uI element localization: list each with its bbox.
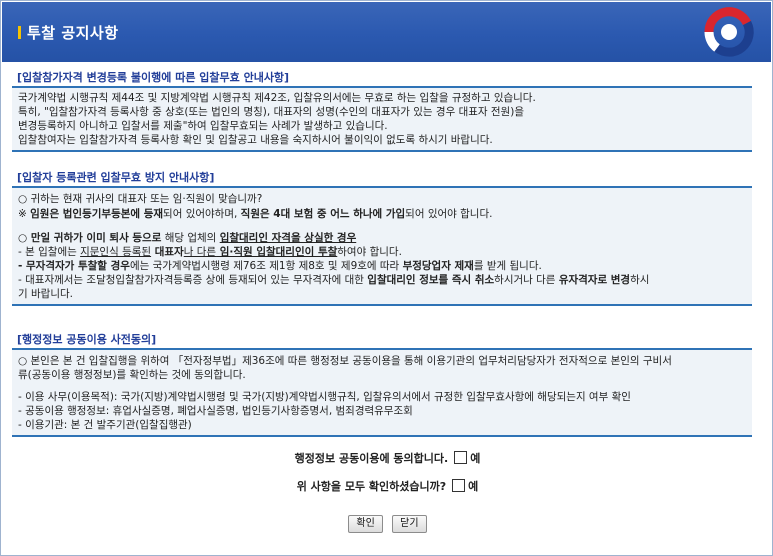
ok-button[interactable]: 확인 [348,515,383,533]
section-body: 국가계약법 시행규칙 제44조 및 지방계약법 시행규칙 제42조, 입찰유의서… [12,88,752,152]
title-bullet-icon [18,26,21,39]
instruction-line: - 본 입찰에는 지문인식 등록된 대표자나 다른 임·직원 입찰대리인이 투찰… [18,246,402,258]
consent-item: - 이용 사무(이용목적): 국가(지방)계약법시행령 및 국가(지방)계약법시… [18,391,631,403]
confirm-row: 위 사항을 모두 확인하셨습니까? 예 [1,478,773,494]
agree-option-label: 예 [470,452,481,465]
section-shared-info-consent: [행정정보 공동이용 사전동의] ○ 본인은 본 건 입찰집행을 위하여 「전자… [12,331,752,437]
title-bar: 투찰 공지사항 [2,2,771,62]
agree-label: 행정정보 공동이용에 동의합니다. [294,452,449,465]
section-heading: [행정정보 공동이용 사전동의] [12,331,752,350]
agree-checkbox[interactable] [454,451,468,464]
instruction-line-continued: 기 바랍니다. [18,288,73,300]
requirement-line: ※ 임원은 법인등기부등본에 등재되어 있어야하며, 직원은 4대 보험 중 어… [18,208,493,220]
consent-item: - 공동이용 행정정보: 휴업사실증명, 폐업사실증명, 법인등기사항증명서, … [18,405,413,417]
agree-row: 행정정보 공동이용에 동의합니다. 예 [1,450,773,466]
section-bidder-registration-notice: [입찰자 등록관련 입찰무효 방지 안내사항] ○ 귀하는 현재 귀사의 대표자… [12,169,752,306]
section-heading: [입찰자 등록관련 입찰무효 방지 안내사항] [12,169,752,188]
section-body: ○ 본인은 본 건 입찰집행을 위하여 「전자정부법」제36조에 따른 행정정보… [12,350,752,437]
consent-item: - 이용기관: 본 건 발주기관(입찰집행관) [18,419,192,431]
notice-line: 국가계약법 시행규칙 제44조 및 지방계약법 시행규칙 제42조, 입찰유의서… [18,92,536,104]
consent-intro-line: 류(공동이용 행정정보)를 확인하는 것에 동의합니다. [18,369,246,381]
confirm-label: 위 사항을 모두 확인하셨습니까? [296,480,447,493]
button-bar: 확인 닫기 [1,515,773,533]
confirm-checkbox[interactable] [452,479,466,492]
government-emblem-icon [703,6,759,58]
close-button[interactable]: 닫기 [392,515,427,533]
notice-window: 투찰 공지사항 [입찰참가자격 변경등록 불이행에 따른 입찰무효 안내사항] … [0,0,773,556]
notice-line: 입찰참여자는 입찰참가자격 등록사항 확인 및 입찰공고 내용을 숙지하시어 불… [18,134,493,146]
section-body: ○ 귀하는 현재 귀사의 대표자 또는 임·직원이 맞습니까? ※ 임원은 법인… [12,188,752,306]
instruction-line: - 무자격자가 투찰할 경우에는 국가계약법시행령 제76조 제1항 제8호 및… [18,260,542,272]
notice-line: 특히, "입찰참가자격 등록사항 중 상호(또는 법인의 명칭), 대표자의 성… [18,106,524,118]
instruction-line: - 대표자께서는 조달청입찰참가자격등록증 상에 등재되어 있는 무자격자에 대… [18,274,650,286]
window-title: 투찰 공지사항 [27,24,119,42]
case-heading: ○ 만일 귀하가 이미 퇴사 등으로 해당 업체의 입찰대리인 자격을 상실한 … [18,232,357,244]
question-line: ○ 귀하는 현재 귀사의 대표자 또는 임·직원이 맞습니까? [18,193,263,205]
consent-intro-line: ○ 본인은 본 건 입찰집행을 위하여 「전자정부법」제36조에 따른 행정정보… [18,355,672,367]
notice-line: 변경등록하지 아니하고 입찰서를 제출"하여 입찰무효되는 사례가 발생하고 있… [18,120,388,132]
section-heading: [입찰참가자격 변경등록 불이행에 따른 입찰무효 안내사항] [12,69,752,88]
section-bid-qualification-notice: [입찰참가자격 변경등록 불이행에 따른 입찰무효 안내사항] 국가계약법 시행… [12,69,752,152]
confirm-option-label: 예 [468,480,479,493]
